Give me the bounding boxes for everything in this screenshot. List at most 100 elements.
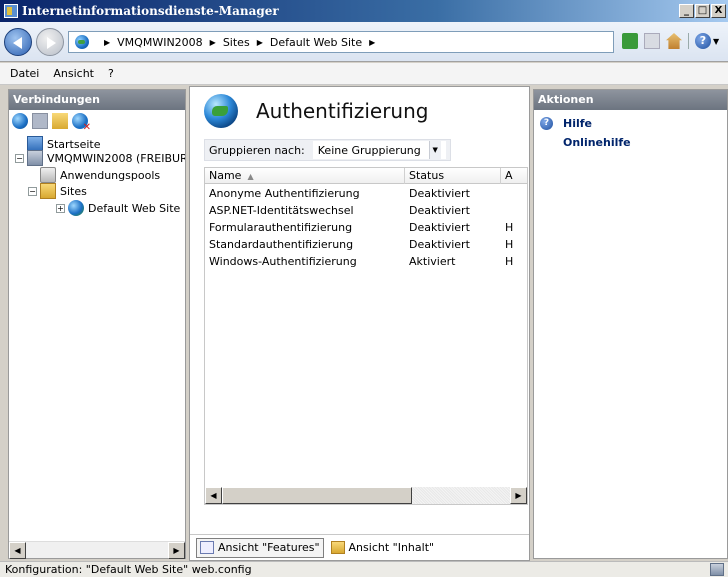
cell-status: Deaktiviert <box>409 238 470 251</box>
folder-icon[interactable] <box>52 113 68 129</box>
connections-toolbar <box>9 110 185 133</box>
server-status-icon <box>710 563 724 576</box>
minimize-button[interactable]: _ <box>679 4 694 18</box>
cell-status: Deaktiviert <box>409 221 470 234</box>
chevron-down-icon[interactable]: ▼ <box>713 37 719 46</box>
help-icon[interactable]: ? <box>695 33 711 49</box>
column-header-name[interactable]: Name ▲ <box>205 168 405 184</box>
breadcrumb-separator[interactable]: ▶ <box>257 38 263 47</box>
connections-scrollbar[interactable]: ◀ ▶ <box>9 541 185 559</box>
cell-status: Aktiviert <box>409 255 456 268</box>
column-header-status[interactable]: Status <box>405 168 501 184</box>
save-icon[interactable] <box>32 113 48 129</box>
view-tabs: Ansicht "Features" Ansicht "Inhalt" <box>190 534 529 560</box>
connections-pane: Verbindungen Startseite − VMQMWIN2008 (F… <box>8 89 186 559</box>
tab-label: Ansicht "Features" <box>218 541 320 554</box>
sites-folder-icon <box>40 183 56 199</box>
status-text: Konfiguration: "Default Web Site" web.co… <box>5 563 252 576</box>
tree-item-label: VMQMWIN2008 (FREIBURG <box>47 151 185 165</box>
collapse-icon[interactable]: − <box>28 186 37 196</box>
menu-datei[interactable]: Datei <box>10 67 39 80</box>
scroll-track[interactable] <box>26 542 168 558</box>
dropdown-arrow-icon[interactable]: ▼ <box>428 141 441 159</box>
table-row[interactable]: Anonyme Authentifizierung Deaktiviert <box>205 185 527 202</box>
group-by-label: Gruppieren nach: <box>209 143 305 157</box>
scroll-thumb[interactable] <box>222 487 412 504</box>
website-globe-icon <box>68 200 84 216</box>
address-tools: ? ▼ <box>622 33 719 49</box>
action-help[interactable]: ? Hilfe <box>540 117 592 130</box>
cell-name: Formularauthentifizierung <box>209 221 353 234</box>
breadcrumb-default-web-site[interactable]: Default Web Site <box>270 36 362 49</box>
tree-item-anwendungspools[interactable]: Anwendungspools <box>40 167 160 183</box>
scroll-left-button[interactable]: ◀ <box>9 542 26 559</box>
expand-icon[interactable]: + <box>56 203 65 213</box>
tree-item-default-web-site[interactable]: + Default Web Site <box>56 200 181 216</box>
cell-name: ASP.NET-Identitätswechsel <box>209 204 354 217</box>
scroll-right-button[interactable]: ▶ <box>168 542 185 559</box>
menu-help[interactable]: ? <box>108 67 114 80</box>
actions-pane: Aktionen ? Hilfe Onlinehilfe <box>533 89 728 559</box>
tab-features-view[interactable]: Ansicht "Features" <box>196 537 324 558</box>
column-header-response[interactable]: A <box>501 168 527 184</box>
maximize-button[interactable]: □ <box>695 4 710 18</box>
column-header-name-label: Name <box>209 169 242 182</box>
cell-name: Standardauthentifizierung <box>209 238 354 251</box>
breadcrumb[interactable]: ▶ VMQMWIN2008 ▶ Sites ▶ Default Web Site… <box>68 31 614 53</box>
server-icon <box>27 150 43 166</box>
cell-status: Deaktiviert <box>409 187 470 200</box>
table-row[interactable]: Standardauthentifizierung Deaktiviert H <box>205 236 527 253</box>
disconnect-icon[interactable] <box>72 113 91 133</box>
table-row[interactable]: Windows-Authentifizierung Aktiviert H <box>205 253 527 270</box>
tree-item-label: Startseite <box>47 137 101 151</box>
authentication-grid: Name ▲ Status A Anonyme Authentifizierung… <box>204 167 528 505</box>
scroll-right-button[interactable]: ▶ <box>510 487 527 504</box>
app-pool-icon <box>40 167 56 183</box>
tree-item-server[interactable]: − VMQMWIN2008 (FREIBURG <box>15 150 185 166</box>
help-link[interactable]: Hilfe <box>563 117 592 130</box>
group-by-select[interactable]: Keine Gruppierung ▼ <box>312 141 446 159</box>
authentication-globe-icon <box>204 94 238 128</box>
feature-header: Authentifizierung <box>190 87 529 135</box>
cell-status: Deaktiviert <box>409 204 470 217</box>
page-title: Authentifizierung <box>256 99 429 123</box>
collapse-icon[interactable]: − <box>15 153 24 163</box>
home-icon[interactable] <box>666 33 682 49</box>
back-button[interactable] <box>4 28 32 56</box>
stop-icon[interactable] <box>644 33 660 49</box>
tree-item-label: Anwendungspools <box>60 168 161 182</box>
connections-header: Verbindungen <box>9 90 185 110</box>
action-online-help[interactable]: Onlinehilfe <box>563 136 631 149</box>
breadcrumb-sites[interactable]: Sites <box>223 36 250 49</box>
close-button[interactable]: X <box>711 4 726 18</box>
scroll-left-button[interactable]: ◀ <box>205 487 222 504</box>
tree-item-sites[interactable]: − Sites <box>28 183 87 199</box>
tree-item-label: Default Web Site <box>88 201 181 215</box>
cell-response: H <box>505 255 514 268</box>
breadcrumb-separator[interactable]: ▶ <box>104 38 110 47</box>
address-bar: ▶ VMQMWIN2008 ▶ Sites ▶ Default Web Site… <box>0 22 728 62</box>
cell-name: Windows-Authentifizierung <box>209 255 357 268</box>
grid-scrollbar[interactable]: ◀ ▶ <box>205 487 527 504</box>
cell-response <box>501 202 527 219</box>
cell-response: H <box>505 238 514 251</box>
tab-label: Ansicht "Inhalt" <box>348 541 435 554</box>
breadcrumb-separator[interactable]: ▶ <box>210 38 216 47</box>
tab-content-view[interactable]: Ansicht "Inhalt" <box>328 538 438 558</box>
tree-item-label: Sites <box>60 184 87 198</box>
refresh-icon[interactable] <box>622 33 638 49</box>
table-row[interactable]: ASP.NET-Identitätswechsel Deaktiviert <box>205 202 527 219</box>
grid-header: Name ▲ Status A <box>205 168 527 184</box>
breadcrumb-separator[interactable]: ▶ <box>369 38 375 47</box>
group-by-value: Keine Gruppierung <box>317 143 421 157</box>
forward-button[interactable] <box>36 28 64 56</box>
menu-bar: Datei Ansicht ? <box>0 63 728 85</box>
scroll-track[interactable] <box>222 487 510 504</box>
table-row[interactable]: Formularauthentifizierung Deaktiviert H <box>205 219 527 236</box>
breadcrumb-server[interactable]: VMQMWIN2008 <box>117 36 203 49</box>
online-help-link[interactable]: Onlinehilfe <box>563 136 631 149</box>
actions-header: Aktionen <box>534 90 727 110</box>
menu-ansicht[interactable]: Ansicht <box>53 67 94 80</box>
features-view-icon <box>200 541 214 554</box>
connect-icon[interactable] <box>12 113 28 129</box>
